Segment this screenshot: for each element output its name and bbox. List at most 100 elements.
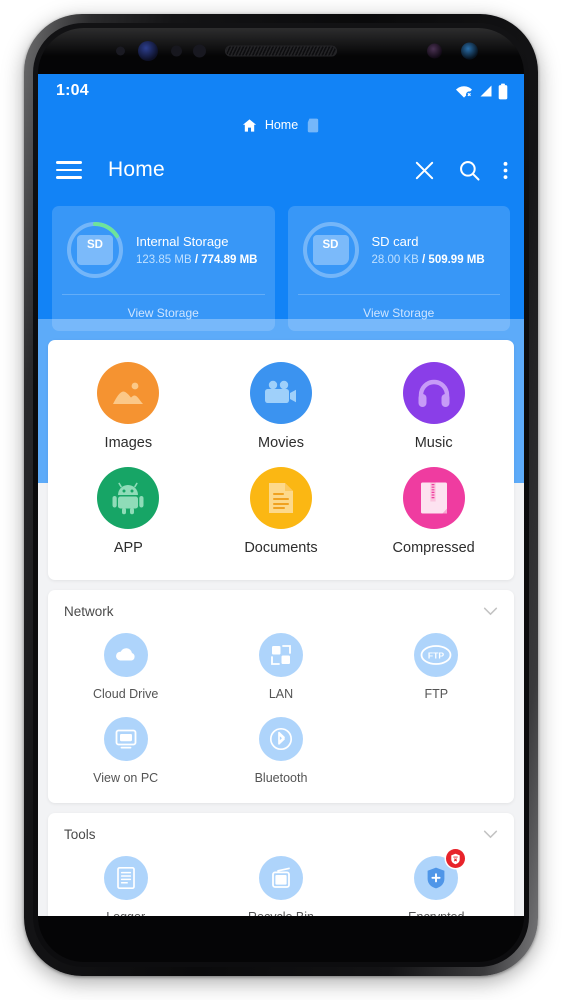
tools-grid: Logger	[48, 846, 514, 916]
network-grid: Cloud Drive LAN FTP FTP View on PC Bluet…	[48, 623, 514, 791]
network-item-ftp[interactable]: FTP FTP	[359, 623, 514, 707]
log-file-icon	[103, 856, 148, 900]
category-compressed[interactable]: Compressed	[357, 461, 510, 566]
archive-icon	[402, 467, 465, 529]
more-vertical-icon[interactable]	[503, 160, 508, 181]
category-movies[interactable]: Movies	[205, 356, 358, 461]
category-label: Music	[414, 435, 453, 451]
storage-card-body: SD SD card 28.00 KB / 509.99 MB	[288, 206, 511, 294]
phone-inner-bezel: 1:04 Home Home SD Internal Storage 123.8…	[33, 23, 529, 967]
app-toolbar: Home	[38, 142, 524, 198]
toolbar-actions	[413, 159, 508, 182]
tools-label: Logger	[106, 910, 145, 916]
network-item-lan[interactable]: LAN	[203, 623, 358, 707]
tools-item-encrypted[interactable]: Encrypted	[359, 846, 514, 916]
signal-icon	[480, 85, 492, 97]
content-sheet: Images Movies Music APP Documents Compre…	[38, 340, 524, 916]
storage-card-sd[interactable]: SD SD card 28.00 KB / 509.99 MB View Sto…	[287, 206, 511, 331]
category-images[interactable]: Images	[52, 356, 205, 461]
storage-used: 28.00 KB	[371, 254, 419, 266]
close-icon[interactable]	[413, 159, 436, 182]
section-header-network[interactable]: Network	[48, 590, 514, 623]
storage-cards: SD Internal Storage 123.85 MB / 774.89 M…	[38, 198, 524, 331]
screenshot-stage: 1:04 Home Home SD Internal Storage 123.8…	[0, 0, 562, 1000]
status-clock: 1:04	[56, 82, 89, 99]
document-icon	[249, 467, 312, 529]
category-label: APP	[113, 540, 143, 556]
category-label: Documents	[244, 540, 318, 556]
svg-text:FTP: FTP	[428, 651, 444, 661]
category-music[interactable]: Music	[357, 356, 510, 461]
bluetooth-icon	[258, 717, 303, 761]
status-bar: 1:04	[38, 74, 524, 108]
phone-frame: 1:04 Home Home SD Internal Storage 123.8…	[24, 14, 538, 976]
ir-emitter	[193, 44, 206, 58]
view-storage-button-sd[interactable]: View Storage	[288, 295, 511, 331]
shield-plus-icon	[414, 849, 466, 900]
android-icon	[97, 467, 160, 529]
monitor-icon	[103, 717, 148, 761]
cloud-upload-icon	[103, 633, 148, 677]
storage-used: 123.85 MB	[136, 254, 192, 266]
storage-card-body: SD Internal Storage 123.85 MB / 774.89 M…	[52, 206, 275, 294]
ftp-icon: FTP	[414, 633, 459, 677]
storage-sep: /	[418, 254, 429, 266]
tools-label: Encrypted	[408, 910, 464, 916]
page-title: Home	[108, 158, 165, 181]
storage-size: 28.00 KB / 509.99 MB	[372, 254, 485, 266]
storage-name: SD card	[371, 234, 419, 249]
recycle-bin-icon	[258, 856, 303, 900]
sd-chip-icon: SD	[77, 235, 113, 265]
category-label: Movies	[258, 435, 304, 451]
lan-icon	[258, 633, 303, 677]
storage-total: 774.89 MB	[201, 254, 258, 266]
view-storage-button-internal[interactable]: View Storage	[52, 295, 275, 331]
category-documents[interactable]: Documents	[205, 461, 358, 566]
front-camera-secondary	[427, 43, 442, 59]
section-network: Network Cloud Drive LAN FTP FTP View on …	[48, 590, 514, 803]
tools-label: Recycle Bin	[248, 910, 314, 916]
section-title: Tools	[64, 827, 96, 842]
storage-text-sd: SD card 28.00 KB / 509.99 MB	[372, 234, 485, 266]
light-sensor	[171, 45, 182, 57]
battery-icon	[498, 83, 508, 99]
shield-alert-badge	[446, 849, 466, 868]
tools-item-logger[interactable]: Logger	[48, 846, 203, 916]
image-icon	[97, 362, 160, 424]
network-item-bluetooth[interactable]: Bluetooth	[203, 707, 358, 791]
network-label: FTP	[424, 687, 449, 701]
storage-text-internal: Internal Storage 123.85 MB / 774.89 MB	[136, 234, 257, 266]
chevron-down-icon[interactable]	[483, 607, 498, 616]
status-icons	[455, 83, 508, 100]
storage-ring-internal: SD	[65, 220, 125, 280]
network-label: LAN	[268, 687, 294, 701]
network-label: Bluetooth	[254, 771, 308, 785]
sd-chip-icon: SD	[312, 235, 349, 265]
network-label: Cloud Drive	[93, 687, 159, 701]
category-app[interactable]: APP	[52, 461, 205, 566]
front-camera	[461, 42, 478, 60]
video-icon	[249, 362, 312, 424]
home-icon	[242, 118, 256, 132]
wifi-off-icon	[456, 86, 473, 98]
phone-glass: 1:04 Home Home SD Internal Storage 123.8…	[38, 28, 524, 962]
headphones-icon	[402, 362, 465, 424]
breadcrumb[interactable]: Home	[38, 108, 524, 142]
categories-grid: Images Movies Music APP Documents Compre…	[52, 356, 510, 566]
storage-size: 123.85 MB / 774.89 MB	[136, 254, 257, 266]
proximity-sensor	[116, 46, 125, 56]
storage-card-internal[interactable]: SD Internal Storage 123.85 MB / 774.89 M…	[52, 206, 275, 331]
breadcrumb-home-label: Home	[264, 118, 299, 132]
sd-card-icon[interactable]	[306, 118, 320, 133]
network-item-cloud-drive[interactable]: Cloud Drive	[48, 623, 203, 707]
tools-item-recycle-bin[interactable]: Recycle Bin	[203, 846, 358, 916]
section-header-tools[interactable]: Tools	[48, 813, 514, 846]
iris-scanner	[138, 41, 158, 61]
section-tools: Tools	[48, 813, 514, 916]
search-icon[interactable]	[458, 159, 481, 182]
hamburger-menu-icon[interactable]	[56, 161, 82, 179]
network-item-view-on-pc[interactable]: View on PC	[48, 707, 203, 791]
sensor-cluster	[38, 28, 524, 74]
chevron-down-icon[interactable]	[483, 830, 498, 839]
category-label: Compressed	[392, 540, 475, 556]
